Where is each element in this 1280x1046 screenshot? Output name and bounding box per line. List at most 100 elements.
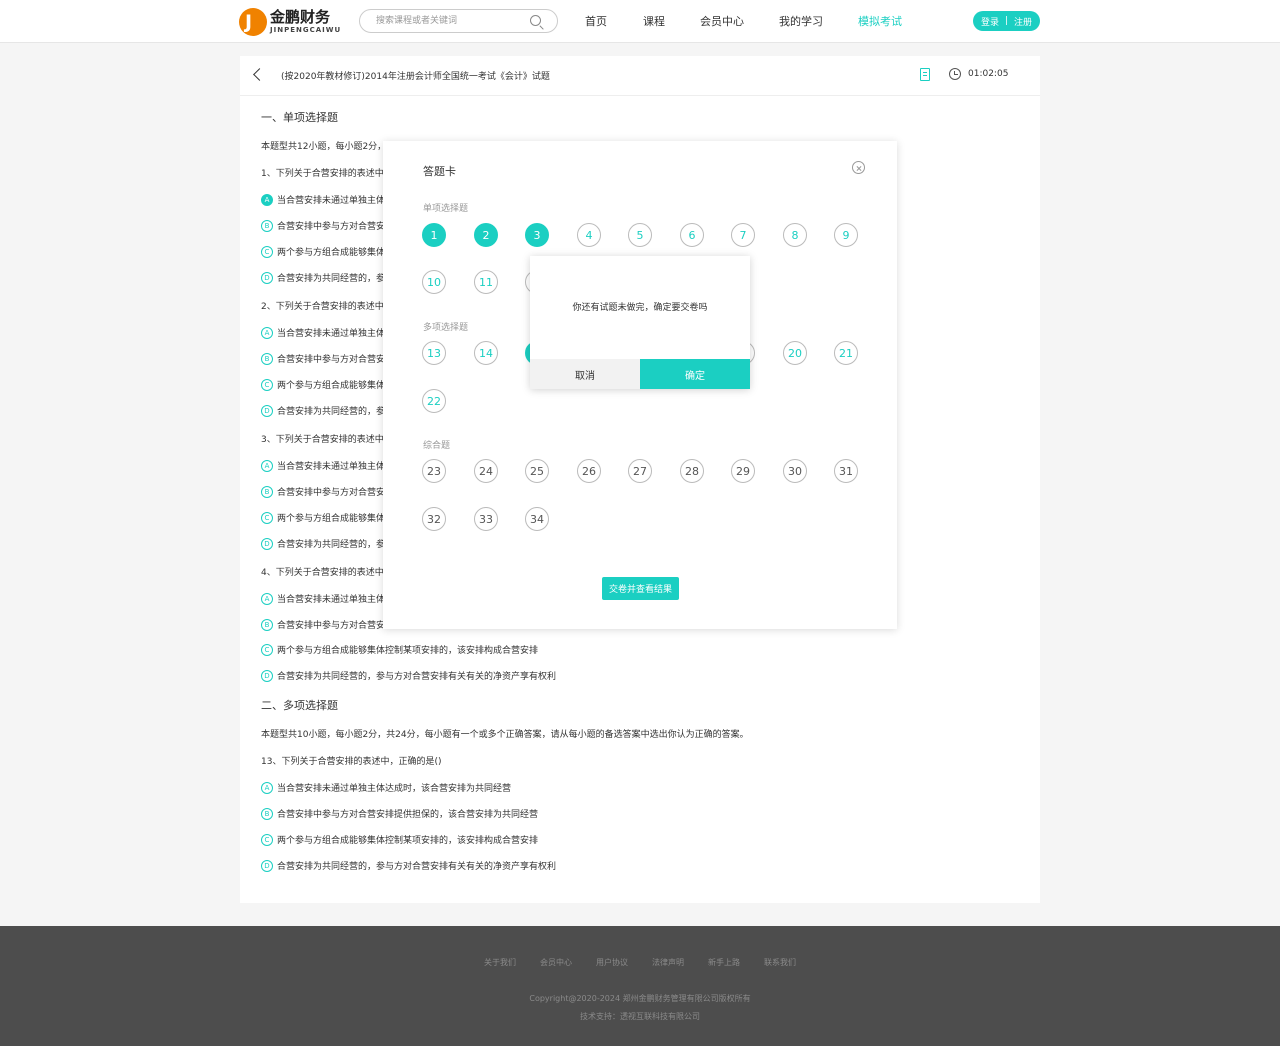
search-box: [359, 9, 558, 33]
answer-number[interactable]: 25: [525, 459, 549, 483]
option[interactable]: A 当合营安排未通过单独主体达成时，该合营安排为共同经营: [261, 781, 511, 794]
option[interactable]: A 当合营安排未通过单独主体: [261, 592, 385, 605]
question-stem: 13、下列关于合营安排的表述中，正确的是(): [261, 757, 442, 767]
option-a-icon: A: [261, 326, 273, 339]
group-title-multi: 多项选择题: [423, 323, 469, 333]
confirm-submit-dialog: 你还有试题未做完，确定要交卷吗 取消 确定: [530, 256, 750, 389]
answer-number[interactable]: 7: [731, 223, 755, 247]
nav-member-center[interactable]: 会员中心: [700, 13, 744, 29]
group-title-comprehensive: 综合题: [423, 441, 451, 451]
answer-number[interactable]: 8: [783, 223, 807, 247]
nav-courses[interactable]: 课程: [643, 13, 665, 29]
answer-number[interactable]: 34: [525, 507, 549, 531]
option[interactable]: C 两个参与方组合成能够集体控制某项安排的，该安排构成合营安排: [261, 833, 538, 846]
answer-number[interactable]: 28: [680, 459, 704, 483]
cancel-button[interactable]: 取消: [530, 359, 640, 389]
answer-number[interactable]: 20: [783, 341, 807, 365]
close-icon[interactable]: [852, 161, 865, 174]
confirm-button[interactable]: 确定: [640, 359, 750, 389]
option-b-icon: B: [261, 807, 273, 820]
nav-home[interactable]: 首页: [585, 13, 607, 29]
answer-number[interactable]: 2: [474, 223, 498, 247]
answer-number[interactable]: 5: [628, 223, 652, 247]
option-text: 合营安排中参与方对合营安排提供担保的，该合营安排为共同经营: [277, 810, 539, 820]
option-text: 合营安排中参与方对合营安: [277, 222, 386, 232]
answer-number[interactable]: 1: [422, 223, 446, 247]
option-text: 合营安排中参与方对合营安: [277, 488, 386, 498]
answer-number[interactable]: 26: [577, 459, 601, 483]
option[interactable]: B 合营安排中参与方对合营安: [261, 618, 385, 631]
logo-icon: J: [239, 7, 267, 36]
section-desc-single: 本题型共12小题，每小题2分，: [261, 142, 387, 152]
option-text: 两个参与方组合成能够集体: [277, 248, 386, 258]
exam-topbar: (按2020年教材修订)2014年注册会计师全国统一考试《会计》试题 01:02…: [240, 56, 1040, 96]
option[interactable]: C 两个参与方组合成能够集体: [261, 378, 385, 391]
option[interactable]: D 合营安排为共同经营的，参: [261, 271, 385, 284]
answer-number[interactable]: 31: [834, 459, 858, 483]
logo[interactable]: J 金鹏财务 JINPENGCAIWU: [239, 7, 341, 36]
option[interactable]: A 当合营安排未通过单独主体: [261, 459, 385, 472]
footer-link-agreement[interactable]: 用户协议: [596, 957, 628, 968]
option[interactable]: D 合营安排为共同经营的，参与方对合营安排有关有关的净资产享有权利: [261, 859, 556, 872]
option[interactable]: B 合营安排中参与方对合营安: [261, 219, 385, 232]
option[interactable]: C 两个参与方组合成能够集体控制某项安排的，该安排构成合营安排: [261, 643, 538, 656]
footer-link-contact[interactable]: 联系我们: [764, 957, 796, 968]
section-desc-multi: 本题型共10小题，每小题2分，共24分，每小题有一个或多个正确答案，请从每小题的…: [261, 730, 749, 740]
answer-number[interactable]: 14: [474, 341, 498, 365]
search-input[interactable]: [376, 13, 526, 29]
answer-number[interactable]: 27: [628, 459, 652, 483]
answer-number[interactable]: 4: [577, 223, 601, 247]
answer-number[interactable]: 10: [422, 270, 446, 294]
option[interactable]: A 当合营安排未通过单独主体: [261, 326, 385, 339]
question-stem: 4、下列关于合营安排的表述中: [261, 568, 384, 578]
option[interactable]: C 两个参与方组合成能够集体: [261, 511, 385, 524]
answer-number[interactable]: 22: [422, 389, 446, 413]
option-a-icon: A: [261, 592, 273, 605]
login-link[interactable]: 登录: [981, 15, 999, 28]
answer-number[interactable]: 9: [834, 223, 858, 247]
submit-view-results-button[interactable]: 交卷并查看结果: [602, 577, 679, 600]
option[interactable]: D 合营安排为共同经营的，参: [261, 404, 385, 417]
option-c-icon: C: [261, 643, 273, 656]
option-text: 当合营安排未通过单独主体达成时，该合营安排为共同经营: [277, 784, 512, 794]
footer-link-legal[interactable]: 法律声明: [652, 957, 684, 968]
option[interactable]: A 当合营安排未通过单独主体: [261, 193, 385, 206]
answer-number[interactable]: 32: [422, 507, 446, 531]
option[interactable]: B 合营安排中参与方对合营安: [261, 352, 385, 365]
register-link[interactable]: 注册: [1014, 15, 1032, 28]
answer-number[interactable]: 33: [474, 507, 498, 531]
header: J 金鹏财务 JINPENGCAIWU 首页 课程 会员中心 我的学习 模拟考试…: [0, 0, 1280, 43]
answer-sheet-icon[interactable]: [920, 68, 930, 81]
answer-number[interactable]: 23: [422, 459, 446, 483]
search-icon[interactable]: [530, 15, 541, 26]
option[interactable]: B 合营安排中参与方对合营安排提供担保的，该合营安排为共同经营: [261, 807, 538, 820]
exam-timer: 01:02:05: [968, 69, 1009, 79]
option[interactable]: D 合营安排为共同经营的，参: [261, 537, 385, 550]
answer-number[interactable]: 30: [783, 459, 807, 483]
back-arrow-icon[interactable]: [253, 68, 266, 81]
nav-my-learning[interactable]: 我的学习: [779, 13, 823, 29]
copyright: Copyright@2020-2024 郑州金鹏财务管理有限公司版权所有: [529, 994, 751, 1003]
answer-number[interactable]: 3: [525, 223, 549, 247]
option-text: 合营安排为共同经营的，参: [277, 274, 386, 284]
option-text: 两个参与方组合成能够集体: [277, 381, 386, 391]
answer-number[interactable]: 13: [422, 341, 446, 365]
option-text: 合营安排为共同经营的，参与方对合营安排有关有关的净资产享有权利: [277, 862, 557, 872]
nav-mock-exam[interactable]: 模拟考试: [858, 13, 902, 29]
answer-number[interactable]: 21: [834, 341, 858, 365]
option-b-icon: B: [261, 618, 273, 631]
option-c-icon: C: [261, 833, 273, 846]
option-d-icon: D: [261, 271, 273, 284]
question-stem: 1、下列关于合营安排的表述中: [261, 169, 384, 179]
option[interactable]: C 两个参与方组合成能够集体: [261, 245, 385, 258]
option[interactable]: D 合营安排为共同经营的，参与方对合营安排有关有关的净资产享有权利: [261, 669, 556, 682]
footer-link-beginner[interactable]: 新手上路: [708, 957, 740, 968]
answer-number[interactable]: 24: [474, 459, 498, 483]
footer-link-member[interactable]: 会员中心: [540, 957, 572, 968]
answer-number[interactable]: 29: [731, 459, 755, 483]
answer-number[interactable]: 6: [680, 223, 704, 247]
option[interactable]: B 合营安排中参与方对合营安: [261, 485, 385, 498]
option-text: 两个参与方组合成能够集体控制某项安排的，该安排构成合营安排: [277, 646, 539, 656]
footer-link-about[interactable]: 关于我们: [484, 957, 516, 968]
answer-number[interactable]: 11: [474, 270, 498, 294]
